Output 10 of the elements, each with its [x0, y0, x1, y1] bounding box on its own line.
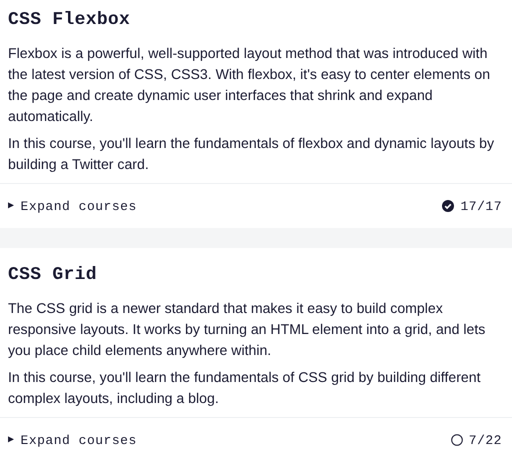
course-description: The CSS grid is a newer standard that makes it easy to build complex responsive layouts. It works by turning an HTML element into a grid, and lets you place child elements anywhere within.	[8, 299, 486, 360]
course-description: In this course, you'll learn the fundamentals of CSS grid by building different complex layouts, including a blog.	[8, 368, 482, 408]
course-title: CSS Flexbox	[8, 9, 132, 32]
progress-count: 17/17	[460, 198, 502, 214]
course-title: CSS Grid	[8, 264, 98, 287]
course-description: Flexbox is a powerful, well-supported layout method that was introduced with the latest version of CSS, CSS3. With flexbox, it's easy to center elements on the page and create dynamic user interfaces that shrink and expand automatically.	[8, 44, 492, 126]
course-description: In this course, you'll learn the fundamentals of flexbox and dynamic layouts by building a Twitter card.	[8, 134, 496, 174]
expand-courses-button[interactable]: ▶ Expand courses	[8, 198, 137, 214]
progress-count: 7/22	[468, 432, 502, 448]
expand-courses-button[interactable]: ▶ Expand courses	[8, 432, 137, 448]
